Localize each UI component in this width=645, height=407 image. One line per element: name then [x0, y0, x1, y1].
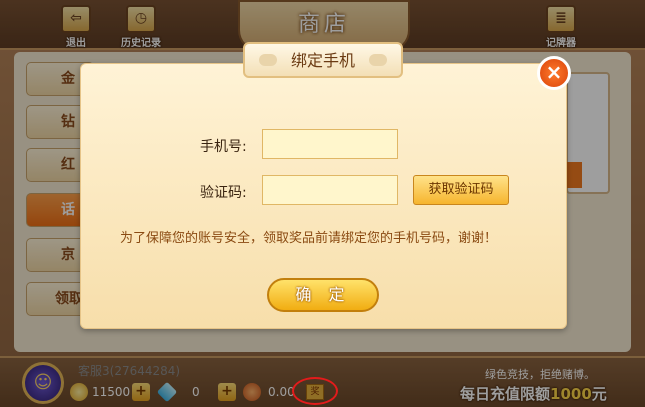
- code-input[interactable]: [262, 175, 398, 205]
- phone-label: 手机号:: [200, 139, 247, 155]
- highlight-circle: [292, 377, 338, 405]
- cloud-icon: [259, 54, 277, 66]
- close-button[interactable]: ×: [537, 56, 571, 90]
- store-screen: ⇦ 退出 ◷ 历史记录 商店 ≣ 记牌器 金 钻 红 话 京 领取 ☺ 客服3(…: [0, 0, 645, 407]
- security-notice: 为了保障您的账号安全，领取奖品前请绑定您的手机号码，谢谢！: [120, 231, 498, 246]
- dialog-title: 绑定手机: [243, 42, 403, 78]
- code-label: 验证码:: [200, 185, 247, 201]
- phone-input[interactable]: [262, 129, 398, 159]
- cloud-icon: [369, 54, 387, 66]
- confirm-button[interactable]: 确 定: [267, 278, 379, 312]
- get-code-button[interactable]: 获取验证码: [413, 175, 509, 205]
- dialog-title-text: 绑定手机: [290, 51, 355, 70]
